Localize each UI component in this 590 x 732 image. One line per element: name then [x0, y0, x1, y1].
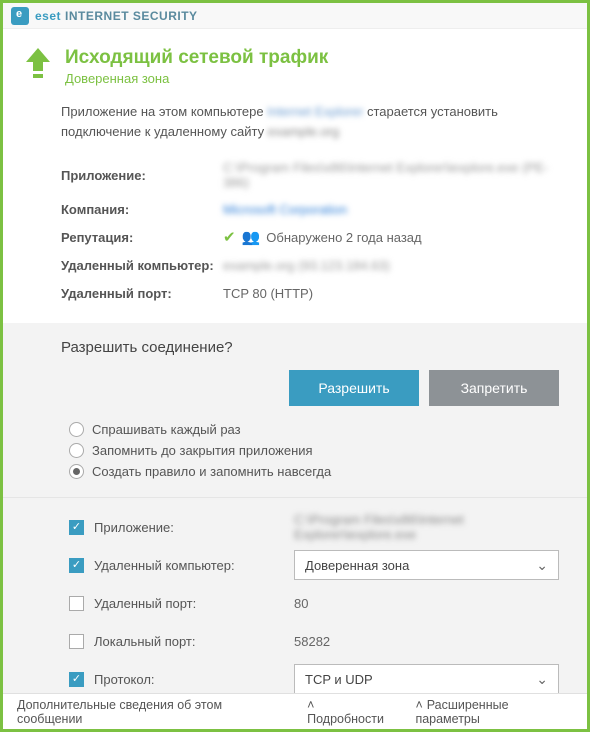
question-title: Разрешить соединение?	[61, 339, 559, 356]
radio-label: Запомнить до закрытия приложения	[92, 443, 313, 458]
radio-icon	[69, 443, 84, 458]
button-row: Разрешить Запретить	[61, 370, 559, 406]
rule-remote-pc-label: Удаленный компьютер:	[94, 558, 284, 573]
titlebar: eset INTERNET SECURITY	[3, 3, 587, 29]
radio-ask-every-time[interactable]: Спрашивать каждый раз	[69, 422, 559, 437]
details-toggle[interactable]: ˄Подробности	[307, 698, 393, 726]
rule-protocol-label: Протокол:	[94, 672, 284, 687]
rule-remote-port-value: 80	[294, 596, 559, 611]
chevron-up-icon: ˄	[307, 698, 314, 712]
select-value: TCP и UDP	[305, 672, 373, 687]
radio-icon	[69, 464, 84, 479]
checkmark-icon: ✔	[223, 228, 236, 246]
brand-name: eset	[35, 9, 61, 23]
description: Приложение на этом компьютере Internet E…	[3, 92, 587, 155]
application-checkbox[interactable]	[69, 520, 84, 535]
rule-row-remote-pc: Удаленный компьютер: Доверенная зона ⌄	[69, 546, 559, 584]
remote-pc-label: Удаленный компьютер:	[61, 258, 223, 273]
local-port-checkbox[interactable]	[69, 634, 84, 649]
reputation-label: Репутация:	[61, 230, 223, 245]
desc-part1: Приложение на этом компьютере	[61, 104, 267, 119]
info-table: Приложение: C:\Program Files\x86\Interne…	[3, 155, 587, 317]
info-row-remote-pc: Удаленный компьютер: example.org (93.123…	[61, 251, 559, 279]
users-icon: 👥	[242, 228, 261, 246]
eset-logo-icon	[11, 7, 29, 25]
rule-section: Приложение: C:\Program Files\x86\Interne…	[3, 497, 587, 693]
rule-row-protocol: Протокол: TCP и UDP ⌄	[69, 660, 559, 693]
remote-pc-value: example.org (93.123.184.63)	[223, 258, 390, 273]
info-row-reputation: Репутация: ✔ 👥 Обнаружено 2 года назад	[61, 223, 559, 251]
rule-local-port-label: Локальный порт:	[94, 634, 284, 649]
product-name: INTERNET SECURITY	[65, 9, 198, 23]
rule-application-value: C:\Program Files\x86\Internet Explorer\i…	[294, 512, 559, 542]
radio-label: Спрашивать каждый раз	[92, 422, 241, 437]
chevron-down-icon: ⌄	[536, 671, 548, 688]
footer: Дополнительные сведения об этом сообщени…	[3, 693, 587, 729]
protocol-checkbox[interactable]	[69, 672, 84, 687]
desc-app-blurred: Internet Explorer	[267, 102, 363, 122]
info-row-remote-port: Удаленный порт: TCP 80 (HTTP)	[61, 279, 559, 307]
application-value: C:\Program Files\x86\Internet Explorer\i…	[223, 160, 559, 190]
header-text: Исходящий сетевой трафик Доверенная зона	[65, 47, 328, 86]
application-label: Приложение:	[61, 168, 223, 183]
info-row-company: Компания: Microsoft Corporation	[61, 195, 559, 223]
rule-row-local-port: Локальный порт: 58282	[69, 622, 559, 660]
rule-row-remote-port: Удаленный порт: 80	[69, 584, 559, 622]
advanced-toggle[interactable]: ˄Расширенные параметры	[415, 698, 573, 726]
more-info-link[interactable]: Дополнительные сведения об этом сообщени…	[17, 698, 285, 726]
remote-port-value: TCP 80 (HTTP)	[223, 286, 559, 301]
remote-port-checkbox[interactable]	[69, 596, 84, 611]
desc-site-blurred: example.org	[268, 122, 340, 142]
reputation-text: Обнаружено 2 года назад	[266, 230, 421, 245]
dialog-subtitle: Доверенная зона	[65, 71, 328, 86]
dialog-header: Исходящий сетевой трафик Доверенная зона	[3, 29, 587, 92]
rule-local-port-value: 58282	[294, 634, 559, 649]
radio-label: Создать правило и запомнить навсегда	[92, 464, 331, 479]
remote-pc-checkbox[interactable]	[69, 558, 84, 573]
remote-port-label: Удаленный порт:	[61, 286, 223, 301]
deny-button[interactable]: Запретить	[429, 370, 559, 406]
chevron-up-icon: ˄	[415, 698, 422, 712]
select-value: Доверенная зона	[305, 558, 409, 573]
radio-remember-until-close[interactable]: Запомнить до закрытия приложения	[69, 443, 559, 458]
rule-row-application: Приложение: C:\Program Files\x86\Interne…	[69, 508, 559, 546]
radio-create-rule[interactable]: Создать правило и запомнить навсегда	[69, 464, 559, 479]
protocol-select[interactable]: TCP и UDP ⌄	[294, 664, 559, 693]
content: Исходящий сетевой трафик Доверенная зона…	[3, 29, 587, 693]
rule-remote-port-label: Удаленный порт:	[94, 596, 284, 611]
remote-pc-select[interactable]: Доверенная зона ⌄	[294, 550, 559, 580]
company-label: Компания:	[61, 202, 223, 217]
outgoing-arrow-icon	[25, 47, 51, 81]
question-section: Разрешить соединение? Разрешить Запретит…	[3, 323, 587, 497]
chevron-down-icon: ⌄	[536, 557, 548, 574]
allow-button[interactable]: Разрешить	[289, 370, 419, 406]
firewall-dialog: eset INTERNET SECURITY Исходящий сетевой…	[0, 0, 590, 732]
info-row-application: Приложение: C:\Program Files\x86\Interne…	[61, 155, 559, 195]
radio-icon	[69, 422, 84, 437]
dialog-title: Исходящий сетевой трафик	[65, 47, 328, 69]
company-value: Microsoft Corporation	[223, 202, 347, 217]
remember-radio-group: Спрашивать каждый раз Запомнить до закры…	[61, 422, 559, 479]
rule-application-label: Приложение:	[94, 520, 284, 535]
